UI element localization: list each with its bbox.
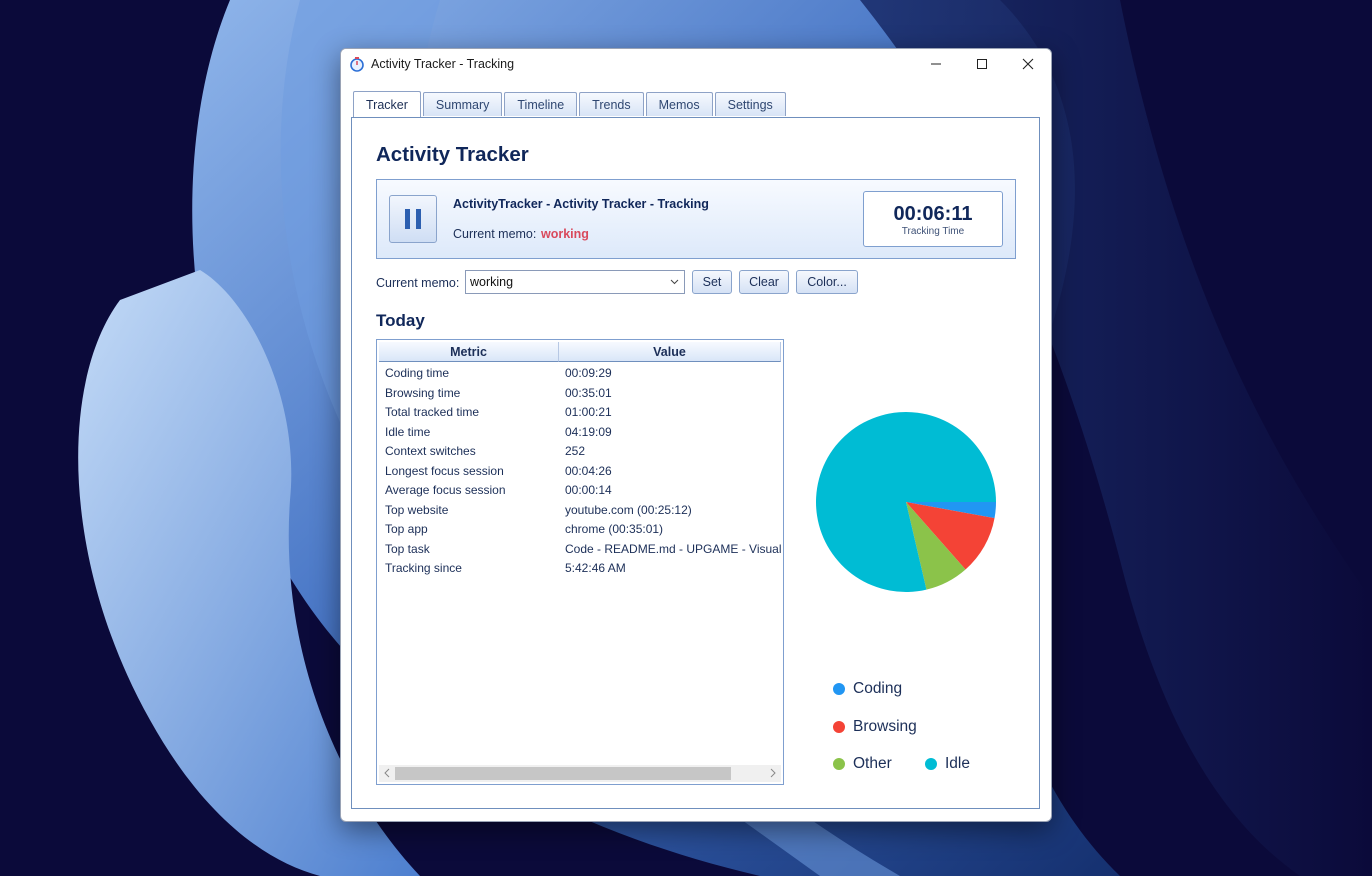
- tab-memos[interactable]: Memos: [645, 92, 713, 116]
- pause-icon: [405, 209, 421, 229]
- set-memo-button[interactable]: Set: [692, 270, 732, 294]
- metric-cell: Top website: [385, 502, 449, 517]
- table-row[interactable]: Browsing time 00:35:01: [377, 384, 781, 404]
- clear-memo-button[interactable]: Clear: [739, 270, 789, 294]
- activity-pie-chart: [816, 412, 996, 592]
- table-row[interactable]: Context switches 252: [377, 442, 781, 462]
- current-memo-value: working: [541, 227, 589, 241]
- table-body: Coding time 00:09:29 Browsing time 00:35:01…: [377, 364, 781, 579]
- today-heading: Today: [376, 311, 425, 330]
- legend-item-idle: Idle: [925, 755, 970, 773]
- table-row[interactable]: Longest focus session 00:04:26: [377, 462, 781, 482]
- metric-cell: Average focus session: [385, 483, 506, 497]
- value-cell: 00:04:26: [565, 463, 612, 478]
- metric-cell: Coding time: [385, 366, 450, 380]
- table-row[interactable]: Tracking since 5:42:46 AM: [377, 559, 781, 579]
- maximize-button[interactable]: [959, 49, 1005, 79]
- window-title: Activity Tracker - Tracking: [371, 57, 515, 71]
- value-cell: 01:00:21: [565, 405, 612, 419]
- tracking-status-box: ActivityTracker - Activity Tracker - Tra…: [376, 179, 1016, 259]
- value-cell: 00:09:29: [565, 366, 612, 380]
- legend-item-browsing: Browsing: [833, 718, 917, 736]
- legend-swatch-coding: [833, 683, 845, 695]
- table-row[interactable]: Top website youtube.com (00:25:12): [377, 501, 781, 521]
- table-row[interactable]: Average focus session 00:00:14: [377, 481, 781, 501]
- stopwatch-icon: [350, 57, 364, 72]
- metric-cell: Total tracked time: [385, 405, 480, 419]
- legend-swatch-idle: [925, 758, 937, 770]
- metric-cell: Top app: [385, 522, 428, 536]
- scroll-left-icon[interactable]: [383, 768, 391, 778]
- metric-cell: Browsing time: [385, 385, 461, 400]
- maximize-icon: [977, 59, 987, 69]
- memo-combobox-value: working: [470, 275, 514, 289]
- close-icon: [1022, 58, 1034, 70]
- memo-combobox[interactable]: working: [465, 270, 685, 294]
- legend-swatch-browsing: [833, 721, 845, 733]
- value-cell: 00:35:01: [565, 385, 612, 400]
- table-header: Metric Value: [379, 342, 781, 362]
- memo-color-button[interactable]: Color...: [796, 270, 858, 294]
- pause-button[interactable]: [389, 195, 437, 243]
- tracking-timer: 00:06:11 Tracking Time: [863, 191, 1003, 247]
- table-row[interactable]: Idle time 04:19:09: [377, 423, 781, 443]
- timer-value: 00:06:11: [893, 203, 973, 225]
- table-row[interactable]: Coding time 00:09:29: [377, 364, 781, 384]
- value-cell: 04:19:09: [565, 424, 612, 439]
- minimize-icon: [931, 63, 941, 65]
- close-button[interactable]: [1005, 49, 1051, 79]
- metric-cell: Idle time: [385, 424, 431, 439]
- table-row[interactable]: Top task Code - README.md - UPGAME - Visu…: [377, 540, 781, 560]
- value-cell: 5:42:46 AM: [565, 561, 626, 575]
- minimize-button[interactable]: [913, 49, 959, 79]
- legend-label-browsing: Browsing: [853, 718, 917, 735]
- tab-strip: Tracker Summary Timeline Trends Memos Se…: [353, 91, 788, 117]
- legend-label-other: Other: [853, 755, 892, 772]
- app-window: Activity Tracker - Tracking Tracker Summ…: [340, 48, 1052, 822]
- current-memo-label: Current memo:: [453, 227, 537, 241]
- horizontal-scrollbar[interactable]: [379, 765, 781, 782]
- legend-item-coding: Coding: [833, 680, 902, 698]
- tracker-panel: Activity Tracker ActivityTracker - Activ…: [351, 117, 1040, 809]
- scroll-right-icon[interactable]: [769, 768, 777, 778]
- tab-summary[interactable]: Summary: [422, 92, 503, 116]
- title-bar[interactable]: Activity Tracker - Tracking: [341, 49, 1051, 79]
- metric-cell: Tracking since: [385, 561, 462, 575]
- chevron-down-icon: [670, 279, 679, 285]
- metric-cell: Longest focus session: [385, 463, 504, 478]
- scrollbar-thumb[interactable]: [395, 767, 731, 780]
- tab-settings[interactable]: Settings: [714, 92, 786, 116]
- value-cell: Code - README.md - UPGAME - Visual S: [565, 541, 781, 556]
- metric-cell: Top task: [385, 541, 430, 556]
- tab-trends[interactable]: Trends: [579, 92, 644, 116]
- column-header-metric[interactable]: Metric: [379, 342, 559, 362]
- value-cell: youtube.com (00:25:12): [565, 502, 692, 517]
- today-metrics-table[interactable]: Metric Value Coding time 00:09:29 Browsing…: [376, 339, 784, 785]
- legend-item-other: Other: [833, 755, 892, 773]
- legend-label-coding: Coding: [853, 680, 903, 697]
- memo-input-label: Current memo:: [376, 276, 460, 290]
- table-row[interactable]: Top app chrome (00:35:01): [377, 520, 781, 540]
- metric-cell: Context switches: [385, 444, 476, 458]
- value-cell: 252: [565, 444, 586, 458]
- tab-tracker[interactable]: Tracker: [353, 91, 421, 117]
- timer-label: Tracking Time: [901, 226, 965, 237]
- column-header-value[interactable]: Value: [559, 342, 781, 362]
- legend-swatch-other: [833, 758, 845, 770]
- value-cell: chrome (00:35:01): [565, 522, 664, 536]
- legend-label-idle: Idle: [945, 755, 970, 772]
- value-cell: 00:00:14: [565, 483, 612, 497]
- page-title: Activity Tracker: [376, 143, 529, 166]
- tab-timeline[interactable]: Timeline: [504, 92, 578, 116]
- active-window-text: ActivityTracker - Activity Tracker - Tra…: [453, 197, 709, 211]
- table-row[interactable]: Total tracked time 01:00:21: [377, 403, 781, 423]
